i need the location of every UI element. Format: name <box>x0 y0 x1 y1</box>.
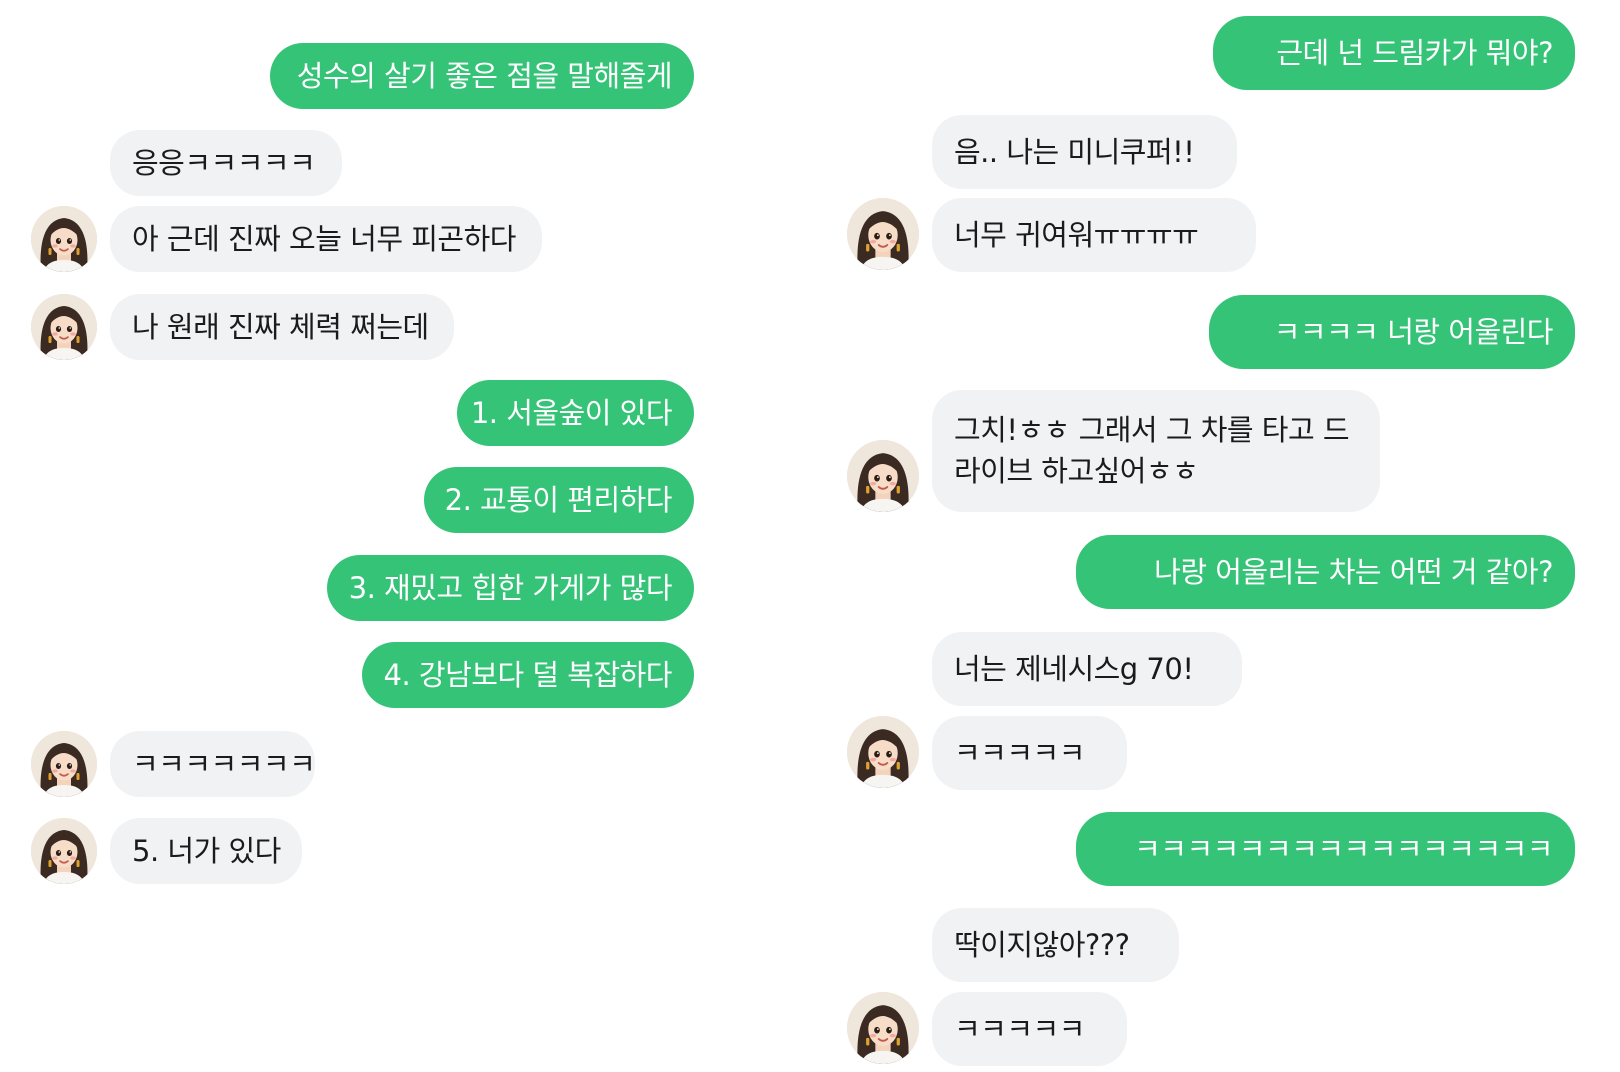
received-message[interactable]: 너무 귀여워ㅠㅠㅠㅠ <box>932 198 1256 272</box>
received-message[interactable]: 딱이지않아??? <box>932 908 1179 982</box>
sent-message[interactable]: 근데 넌 드림카가 뭐야? <box>1213 16 1575 90</box>
received-message[interactable]: 그치!ㅎㅎ 그래서 그 차를 타고 드라이브 하고싶어ㅎㅎ <box>932 390 1380 512</box>
left-chat-panel: 성수의 살기 좋은 점을 말해줄게 응응ㅋㅋㅋㅋㅋ 아 근데 진짜 오늘 너무 … <box>0 0 710 1072</box>
girl-avatar-icon[interactable] <box>847 440 919 512</box>
girl-avatar-icon[interactable] <box>847 992 919 1064</box>
received-message[interactable]: 음.. 나는 미니쿠퍼!! <box>932 115 1237 189</box>
sent-message[interactable]: 4. 강남보다 덜 복잡하다 <box>362 642 694 708</box>
sent-message[interactable]: 2. 교통이 편리하다 <box>424 467 694 533</box>
sent-message[interactable]: 성수의 살기 좋은 점을 말해줄게 <box>270 43 694 109</box>
sent-message[interactable]: 3. 재밌고 힙한 가게가 많다 <box>327 555 694 621</box>
sent-message[interactable]: 1. 서울숲이 있다 <box>457 380 694 446</box>
received-message[interactable]: ㅋㅋㅋㅋㅋ <box>932 716 1127 790</box>
girl-avatar-icon[interactable] <box>31 294 97 360</box>
girl-avatar-icon[interactable] <box>847 716 919 788</box>
girl-avatar-icon[interactable] <box>31 818 97 884</box>
right-chat-panel: 근데 넌 드림카가 뭐야? 음.. 나는 미니쿠퍼!! 너무 귀여워ㅠㅠㅠㅠ ㅋ… <box>830 0 1620 1072</box>
girl-avatar-icon[interactable] <box>31 206 97 272</box>
received-message[interactable]: ㅋㅋㅋㅋㅋ <box>932 992 1127 1066</box>
received-message[interactable]: 너는 제네시스g 70! <box>932 632 1242 706</box>
sent-message[interactable]: ㅋㅋㅋㅋㅋㅋㅋㅋㅋㅋㅋㅋㅋㅋㅋㅋ <box>1076 812 1575 886</box>
girl-avatar-icon[interactable] <box>847 198 919 270</box>
received-message[interactable]: 5. 너가 있다 <box>110 818 302 884</box>
girl-avatar-icon[interactable] <box>31 731 97 797</box>
received-message[interactable]: 아 근데 진짜 오늘 너무 피곤하다 <box>110 206 542 272</box>
received-message[interactable]: 나 원래 진짜 체력 쩌는데 <box>110 294 454 360</box>
received-message[interactable]: ㅋㅋㅋㅋㅋㅋㅋ <box>110 731 316 797</box>
sent-message[interactable]: ㅋㅋㅋㅋ 너랑 어울린다 <box>1209 295 1575 369</box>
sent-message[interactable]: 나랑 어울리는 차는 어떤 거 같아? <box>1076 535 1575 609</box>
received-message[interactable]: 응응ㅋㅋㅋㅋㅋ <box>110 130 342 196</box>
